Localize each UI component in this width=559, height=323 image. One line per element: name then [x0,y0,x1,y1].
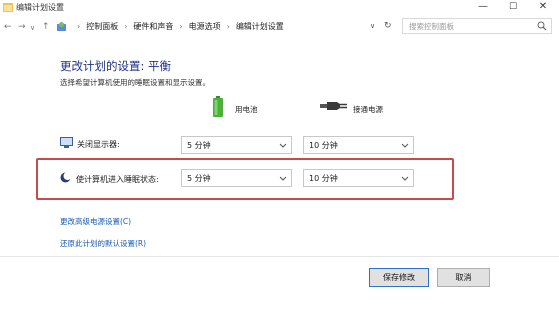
save-changes-button[interactable]: 保存修改 [369,268,429,287]
column-plugged-label: 接通电源 [353,105,383,114]
crumb-hardware-sound[interactable]: 硬件和声音 [133,21,173,32]
close-button[interactable]: ✕ [528,0,558,16]
advanced-power-settings-link[interactable]: 更改高级电源设置(C) [60,216,131,227]
title-bar: 编辑计划设置 — ☐ ✕ [0,0,559,16]
maximize-button[interactable]: ☐ [498,0,528,16]
turn-off-display-label: 关闭显示器: [77,140,120,149]
window-app-icon [3,3,13,12]
address-dropdown-icon[interactable]: ∨ [370,18,375,35]
up-arrow-icon[interactable]: ↑ [42,21,50,33]
sleep-battery-select[interactable]: 5 分钟 [181,169,292,187]
page-title: 更改计划的设置: 平衡 [60,59,172,73]
footer-divider [0,256,559,257]
chevron-down-icon [401,176,409,181]
search-placeholder: 搜索控制面板 [409,22,454,31]
cancel-button[interactable]: 取消 [437,268,490,287]
search-box[interactable]: 搜索控制面板 [402,18,552,34]
breadcrumb-separator-icon: › [226,22,230,31]
power-plug-icon [320,102,347,110]
crumb-power-options[interactable]: 电源选项 [189,21,221,32]
restore-defaults-link[interactable]: 还原此计划的默认设置(R) [60,238,146,249]
forward-arrow-icon[interactable]: → [18,21,26,33]
recent-dropdown-icon[interactable]: ∨ [30,22,35,34]
display-plugged-value: 10 分钟 [309,141,338,150]
address-bar: ← → ∨ ↑ › 控制面板 › 硬件和声音 › 电源选项 › 编辑计划设置 ∨… [0,17,559,37]
refresh-icon[interactable]: ↻ [384,18,392,35]
breadcrumb-separator-icon: › [124,22,128,31]
chevron-down-icon [401,143,409,148]
sleep-label: 使计算机进入睡眠状态: [76,175,159,184]
back-arrow-icon[interactable]: ← [4,21,12,33]
chevron-down-icon [279,176,287,181]
sleep-moon-icon [60,172,71,183]
minimize-button[interactable]: — [468,0,498,16]
chevron-down-icon [279,143,287,148]
crumb-edit-plan[interactable]: 编辑计划设置 [236,21,284,32]
search-icon [537,21,547,31]
display-battery-value: 5 分钟 [187,141,211,150]
column-battery-label: 用电池 [235,105,258,114]
breadcrumb: › 控制面板 › 硬件和声音 › 电源选项 › 编辑计划设置 [56,18,398,35]
display-plugged-select[interactable]: 10 分钟 [303,136,414,154]
breadcrumb-separator-icon: › [77,22,81,31]
page-subtitle: 选择希望计算机使用的睡眠设置和显示设置。 [60,78,210,87]
window-title: 编辑计划设置 [16,3,64,12]
monitor-icon [60,137,73,148]
display-battery-select[interactable]: 5 分钟 [181,136,292,154]
sleep-plugged-value: 10 分钟 [309,174,338,183]
crumb-control-panel[interactable]: 控制面板 [86,21,118,32]
breadcrumb-separator-icon: › [179,22,183,31]
sleep-battery-value: 5 分钟 [187,174,211,183]
control-panel-icon [57,22,66,31]
sleep-plugged-select[interactable]: 10 分钟 [303,169,414,187]
battery-icon [213,96,223,117]
